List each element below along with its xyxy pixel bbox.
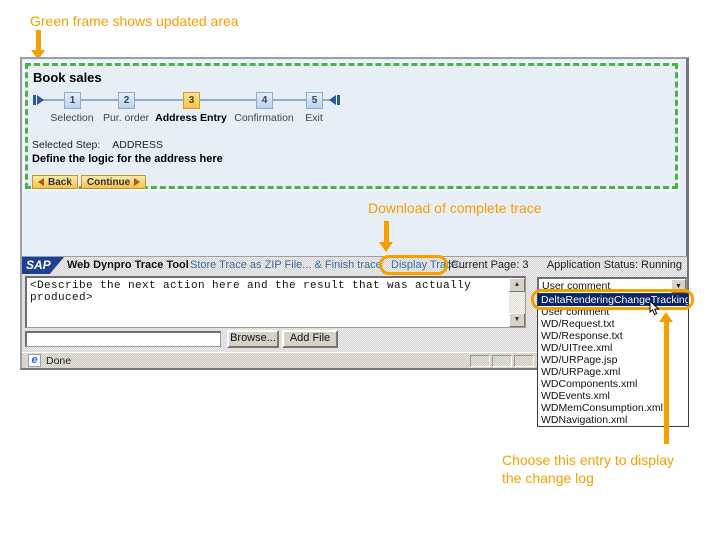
back-arrow-icon [38, 178, 44, 186]
continue-button[interactable]: Continue [81, 175, 146, 189]
current-page-indicator: |Current Page: 3 [448, 259, 529, 271]
mouse-cursor-icon [649, 301, 661, 316]
scroll-up-icon[interactable]: ▲ [509, 278, 525, 292]
annotation-arrow-up-icon [659, 312, 673, 444]
continue-button-label: Continue [87, 177, 130, 188]
sap-logo: SAP [22, 257, 64, 274]
annotation-download-trace: Download of complete trace [368, 199, 542, 217]
selected-step-row: Selected Step: ADDRESS [32, 139, 163, 151]
selected-step-value: ADDRESS [112, 139, 163, 151]
trace-comment-textarea[interactable]: <Describe the next action here and the r… [25, 276, 526, 328]
back-button-label: Back [48, 177, 72, 188]
combobox-dropdown-icon[interactable]: ▼ [671, 279, 686, 293]
trace-toolbar: SAP Web Dynpro Trace Tool Store Trace as… [22, 257, 687, 274]
browse-button[interactable]: Browse... [227, 330, 279, 348]
annotation-choose-entry-line1: Choose this entry to display [502, 451, 674, 469]
step-instruction: Define the logic for the address here [32, 153, 223, 165]
roadmap-step-2[interactable]: 2 [118, 92, 135, 109]
updated-area-frame: Book sales 1 2 3 4 5 Selection Pur. orde… [25, 63, 678, 189]
annotation-choose-entry-line2: the change log [502, 469, 594, 487]
status-pane [514, 355, 534, 367]
annotation-arrow-down2-icon [379, 221, 393, 252]
status-pane [470, 355, 490, 367]
file-path-input[interactable] [25, 331, 221, 347]
roadmap-end-icon [329, 95, 340, 105]
roadmap-step-1[interactable]: 1 [64, 92, 81, 109]
trace-tool-title: Web Dynpro Trace Tool [67, 259, 189, 271]
add-file-button[interactable]: Add File [282, 330, 338, 348]
roadmap-step-3-active[interactable]: 3 [183, 92, 200, 109]
current-page-text: Current Page: 3 [451, 259, 529, 271]
combobox-value: User comment [542, 280, 610, 292]
application-status: Application Status: Running [547, 259, 682, 271]
ie-page-icon: e [28, 354, 41, 367]
scroll-down-icon[interactable]: ▼ [509, 313, 525, 327]
roadmap-start-icon [33, 95, 44, 105]
trace-entry-combobox[interactable]: User comment ▼ [537, 277, 687, 294]
roadmap-step-5[interactable]: 5 [306, 92, 323, 109]
status-pane [492, 355, 512, 367]
continue-arrow-icon [134, 178, 140, 186]
back-button[interactable]: Back [32, 175, 78, 189]
status-done-text: Done [46, 355, 71, 367]
screenshot-root: Green frame shows updated area Book sale… [0, 0, 720, 540]
trace-comment-text: <Describe the next action here and the r… [30, 280, 506, 304]
app-title: Book sales [33, 70, 102, 85]
annotation-green-frame: Green frame shows updated area [30, 12, 239, 30]
roadmap-label-exit: Exit [269, 112, 359, 124]
wizard-buttons: Back Continue [32, 175, 146, 189]
selected-step-label: Selected Step: [32, 139, 100, 151]
annotation-arrow-down-icon [31, 30, 45, 60]
roadmap-step-4[interactable]: 4 [256, 92, 273, 109]
textarea-scrollbar[interactable]: ▲ ▼ [509, 278, 525, 327]
store-trace-link[interactable]: Store Trace as ZIP File... & Finish trac… [190, 259, 382, 271]
list-item-delta-rendering[interactable]: DeltaRenderingChangeTracking [538, 294, 688, 306]
